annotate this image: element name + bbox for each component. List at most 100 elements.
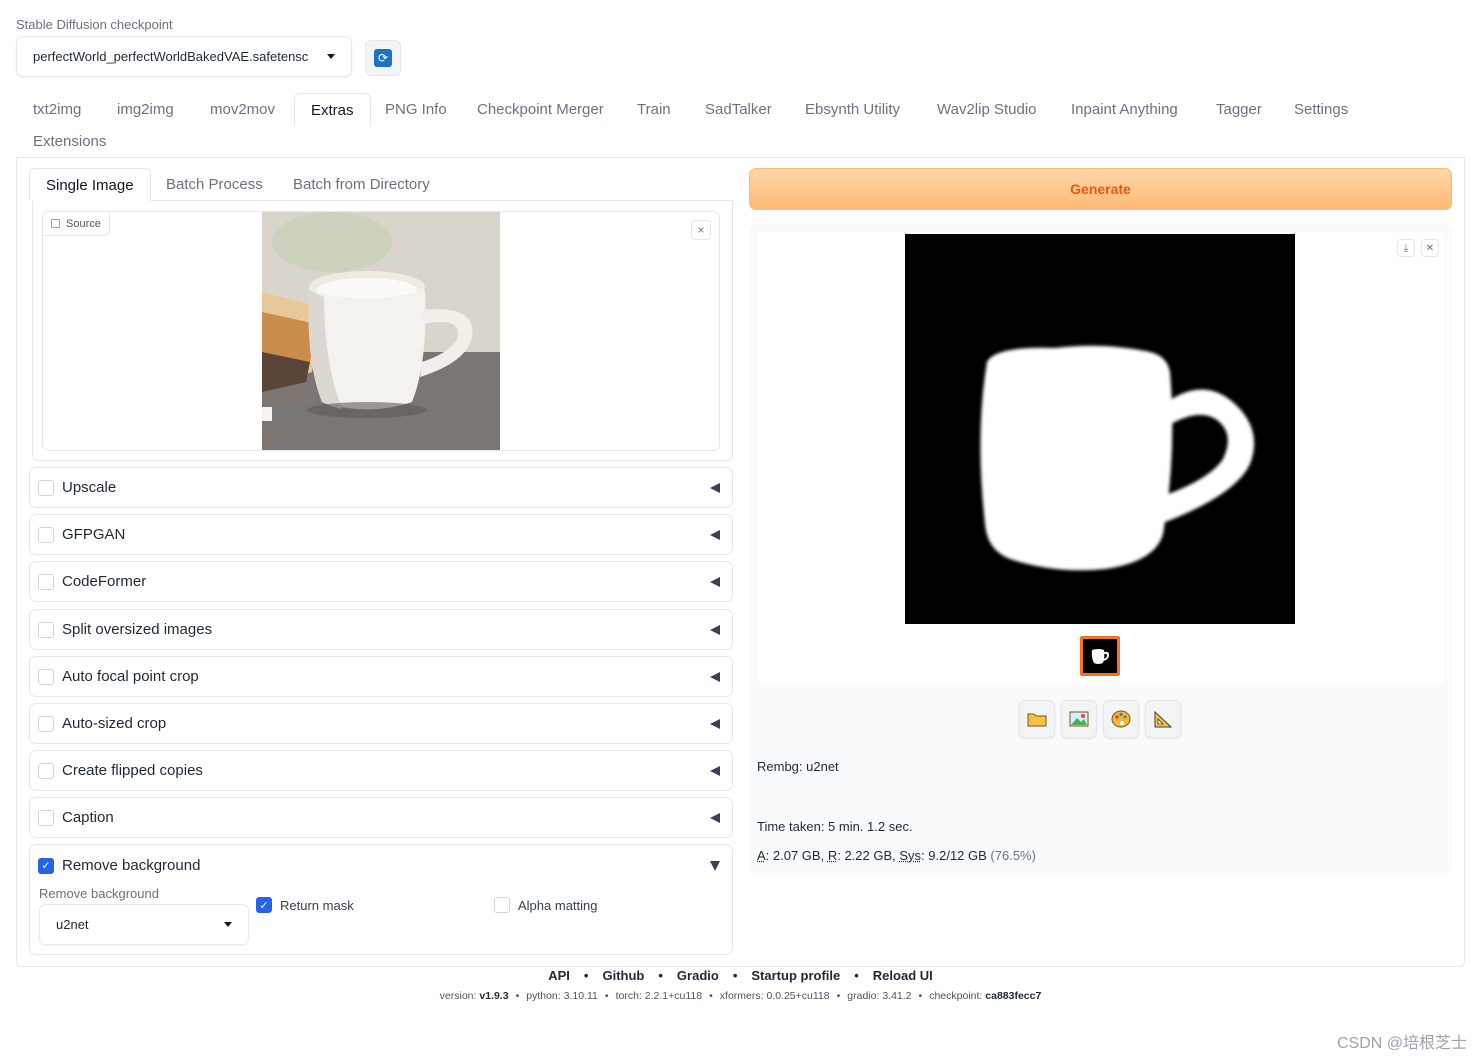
tab-ebsynth-utility[interactable]: Ebsynth Utility <box>789 93 916 127</box>
python-label: python: <box>526 990 564 1002</box>
open-folder-button[interactable] <box>1019 700 1055 738</box>
footer-link-reload-ui[interactable]: Reload UI <box>873 968 933 983</box>
remove-background-model-select[interactable]: u2net <box>39 904 249 945</box>
send-to-extras-button[interactable] <box>1145 700 1181 738</box>
checkbox-auto-sized-crop[interactable] <box>38 715 54 732</box>
xformers-label: xformers: <box>719 990 767 1002</box>
return-mask-option[interactable]: ✓ Return mask <box>256 897 354 913</box>
subtab-batch-process[interactable]: Batch Process <box>150 168 279 201</box>
download-icon[interactable]: ⤓ <box>1397 239 1415 257</box>
checkbox-alpha-matting[interactable] <box>494 897 510 913</box>
checkbox-remove-background[interactable]: ✓ <box>38 857 54 874</box>
tab-tagger[interactable]: Tagger <box>1200 93 1278 127</box>
collapse-arrow-icon[interactable] <box>710 482 720 493</box>
folder-icon <box>1027 713 1047 727</box>
accordion-flipped-copies[interactable]: Create flipped copies <box>29 750 733 791</box>
chevron-down-icon <box>327 54 335 59</box>
collapse-arrow-icon[interactable] <box>710 576 720 587</box>
gradio-value: 3.41.2 <box>882 990 912 1002</box>
accordion-label: Auto focal point crop <box>62 668 199 685</box>
expand-arrow-icon[interactable] <box>710 860 720 871</box>
image-icon <box>51 219 60 228</box>
tab-img2img[interactable]: img2img <box>101 93 190 127</box>
collapse-arrow-icon[interactable] <box>710 529 720 540</box>
output-image[interactable] <box>905 234 1295 624</box>
collapse-arrow-icon[interactable] <box>710 718 720 729</box>
checkbox-codeformer[interactable] <box>38 573 54 590</box>
tab-png-info[interactable]: PNG Info <box>369 93 463 127</box>
accordion-label: Upscale <box>62 479 117 496</box>
checkbox-return-mask[interactable]: ✓ <box>256 897 272 913</box>
generate-button[interactable]: Generate <box>749 168 1452 210</box>
accordion-label: Remove background <box>62 857 201 874</box>
checkbox-flipped-copies[interactable] <box>38 762 54 779</box>
mem-r-label: R <box>827 848 838 863</box>
subtab-single-image[interactable]: Single Image <box>29 168 151 201</box>
send-to-img2img-button[interactable] <box>1061 700 1097 738</box>
triangular-ruler-icon <box>1154 710 1173 728</box>
accordion-label: Create flipped copies <box>62 762 203 779</box>
version-value: v1.9.3 <box>479 990 509 1002</box>
tab-wav2lip-studio[interactable]: Wav2lip Studio <box>921 93 1053 127</box>
mem-r-value: : 2.22 GB, <box>837 848 900 863</box>
tab-inpaint-anything[interactable]: Inpaint Anything <box>1055 93 1194 127</box>
picture-icon <box>1069 711 1089 727</box>
palette-icon <box>1111 710 1131 728</box>
collapse-arrow-icon[interactable] <box>710 812 720 823</box>
tab-train[interactable]: Train <box>621 93 687 127</box>
collapse-arrow-icon[interactable] <box>710 765 720 776</box>
footer-link-startup-profile[interactable]: Startup profile <box>751 968 840 983</box>
alpha-matting-label: Alpha matting <box>518 897 598 913</box>
chevron-down-icon <box>224 922 232 927</box>
tab-mov2mov[interactable]: mov2mov <box>194 93 291 127</box>
remove-background-header[interactable]: ✓ Remove background <box>38 857 724 874</box>
accordion-label: Caption <box>62 809 114 826</box>
footer-link-api[interactable]: API <box>548 968 570 983</box>
accordion-auto-sized-crop[interactable]: Auto-sized crop <box>29 703 733 744</box>
checkbox-caption[interactable] <box>38 809 54 826</box>
close-icon[interactable]: ✕ <box>1421 239 1439 257</box>
accordion-caption[interactable]: Caption <box>29 797 733 838</box>
mem-a-label: A <box>757 848 766 863</box>
footer-link-gradio[interactable]: Gradio <box>677 968 719 983</box>
checkbox-upscale[interactable] <box>38 479 54 496</box>
checkpoint-value: perfectWorld_perfectWorldBakedVAE.safete… <box>33 49 309 64</box>
footer-link-github[interactable]: Github <box>602 968 644 983</box>
tab-checkpoint-merger[interactable]: Checkpoint Merger <box>461 93 620 127</box>
accordion-remove-background: ✓ Remove background Remove background u2… <box>29 844 733 955</box>
accordion-split-oversized[interactable]: Split oversized images <box>29 609 733 650</box>
return-mask-label: Return mask <box>280 897 354 913</box>
mem-sys-value: : 9.2/12 GB <box>921 848 991 863</box>
mem-sys-label: Sys <box>899 848 922 863</box>
version-label: version: <box>439 990 480 1002</box>
tab-sadtalker[interactable]: SadTalker <box>689 93 788 127</box>
close-icon[interactable]: × <box>691 220 711 240</box>
refresh-checkpoint-button[interactable]: ⟳ <box>365 40 401 76</box>
rembg-info: Rembg: u2net <box>757 759 839 774</box>
gradio-label: gradio: <box>847 990 883 1002</box>
alpha-matting-option[interactable]: Alpha matting <box>494 897 598 913</box>
accordion-codeformer[interactable]: CodeFormer <box>29 561 733 602</box>
tab-settings[interactable]: Settings <box>1278 93 1364 127</box>
accordion-label: Auto-sized crop <box>62 715 167 732</box>
checkpoint-select[interactable]: perfectWorld_perfectWorldBakedVAE.safete… <box>16 36 352 77</box>
collapse-arrow-icon[interactable] <box>710 671 720 682</box>
torch-value: 2.2.1+cu118 <box>644 990 703 1002</box>
send-to-inpaint-button[interactable] <box>1103 700 1139 738</box>
tab-extras[interactable]: Extras <box>294 93 371 127</box>
tab-txt2img[interactable]: txt2img <box>17 93 97 127</box>
checkbox-split-oversized[interactable] <box>38 621 54 638</box>
checkbox-auto-focal-crop[interactable] <box>38 668 54 685</box>
accordion-auto-focal-crop[interactable]: Auto focal point crop <box>29 656 733 697</box>
collapse-arrow-icon[interactable] <box>710 624 720 635</box>
tab-extensions[interactable]: Extensions <box>17 125 122 159</box>
source-image <box>262 212 500 450</box>
output-thumbnail[interactable] <box>1080 636 1120 676</box>
accordion-upscale[interactable]: Upscale <box>29 467 733 508</box>
checkbox-gfpgan[interactable] <box>38 526 54 543</box>
time-taken: Time taken: 5 min. 1.2 sec. <box>757 819 913 834</box>
subtab-batch-from-directory[interactable]: Batch from Directory <box>277 168 446 201</box>
checkpoint-hash-label: checkpoint: <box>929 990 986 1002</box>
watermark: CSDN @培根芝士 <box>1336 1035 1467 1052</box>
accordion-gfpgan[interactable]: GFPGAN <box>29 514 733 555</box>
